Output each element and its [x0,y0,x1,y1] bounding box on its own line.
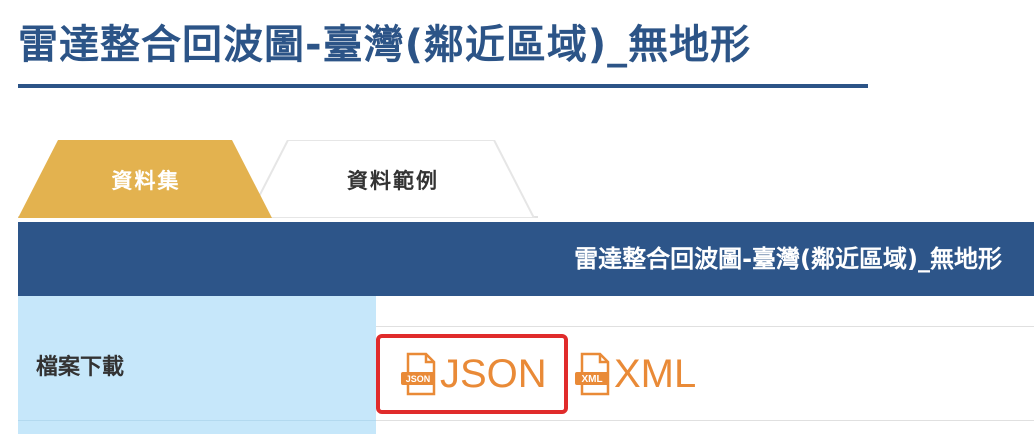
tab-bar: 資料範例 資料集 [18,140,538,220]
xml-icon-text: XML [581,374,602,385]
tab-dataset[interactable]: 資料集 [18,140,274,218]
xml-link-label: XML [614,352,697,396]
page-title: 雷達整合回波圖-臺灣(鄰近區域)_無地形 [18,22,752,68]
xml-file-icon: XML [575,352,610,396]
tab-data-example[interactable]: 資料範例 [248,140,538,218]
row-divider [376,326,1034,327]
xml-download-link[interactable]: XML XML [574,346,696,402]
page: 雷達整合回波圖-臺灣(鄰近區域)_無地形 資料範例 資料集 雷達整合回波圖-臺灣… [0,0,1034,434]
json-file-icon: JSON [401,352,436,396]
json-icon-text: JSON [406,374,431,384]
table-header: 雷達整合回波圖-臺灣(鄰近區域)_無地形 [18,222,1034,296]
json-link-label: JSON [440,352,547,396]
json-download-link[interactable]: JSON JSON [400,346,547,402]
tab-data-example-label: 資料範例 [347,169,439,193]
title-underline [18,84,868,88]
tab-dataset-label: 資料集 [111,169,181,193]
table-header-title: 雷達整合回波圖-臺灣(鄰近區域)_無地形 [574,245,1002,273]
row-divider-bottom [376,420,1034,421]
label-divider [18,420,376,421]
file-download-label: 檔案下載 [36,355,125,380]
